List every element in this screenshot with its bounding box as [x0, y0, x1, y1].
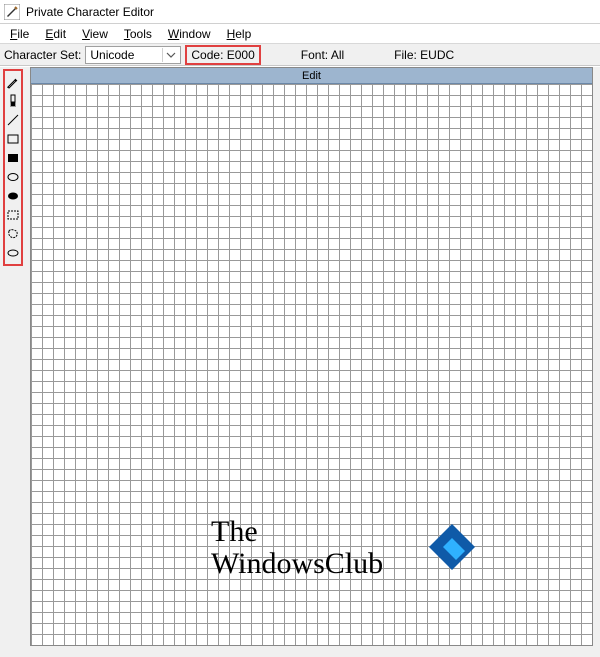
filled-ellipse-icon [6, 189, 20, 203]
window-title: Private Character Editor [26, 5, 154, 19]
info-bar: Character Set: Unicode Code: E000 Font: … [0, 44, 600, 66]
app-icon [4, 4, 20, 20]
line-tool[interactable] [5, 111, 21, 129]
pencil-tool[interactable] [5, 73, 21, 91]
toolbox [3, 69, 23, 266]
menu-window[interactable]: Window [160, 26, 219, 42]
hollow-ellipse-tool[interactable] [5, 168, 21, 186]
brush-icon [6, 94, 20, 108]
eraser-icon [6, 246, 20, 260]
character-grid[interactable]: The WindowsClub [31, 84, 592, 645]
eraser-tool[interactable] [5, 244, 21, 262]
menu-bar: File Edit View Tools Window Help [0, 24, 600, 44]
pencil-icon [6, 75, 20, 89]
code-label: Code: [191, 48, 223, 62]
charset-label: Character Set: [4, 48, 81, 62]
file-field: File: EUDC [394, 48, 454, 62]
freeform-selection-tool[interactable] [5, 225, 21, 243]
freeform-selection-icon [6, 227, 20, 241]
work-area: Edit The WindowsClub [0, 66, 600, 657]
hollow-rectangle-icon [6, 132, 20, 146]
filled-rectangle-tool[interactable] [5, 149, 21, 167]
menu-file[interactable]: File [2, 26, 37, 42]
chevron-down-icon [162, 48, 178, 62]
menu-tools[interactable]: Tools [116, 26, 160, 42]
menu-view[interactable]: View [74, 26, 116, 42]
hollow-rectangle-tool[interactable] [5, 130, 21, 148]
filled-ellipse-tool[interactable] [5, 187, 21, 205]
file-value: EUDC [420, 48, 454, 62]
rectangular-selection-icon [6, 208, 20, 222]
watermark-text: The WindowsClub [211, 516, 383, 579]
hollow-ellipse-icon [6, 170, 20, 184]
menu-edit[interactable]: Edit [37, 26, 74, 42]
line-icon [6, 113, 20, 127]
charset-value: Unicode [90, 48, 134, 62]
filled-rectangle-icon [6, 151, 20, 165]
watermark-logo-icon [429, 524, 475, 570]
font-field: Font: All [301, 48, 344, 62]
code-field: Code: E000 [185, 45, 260, 65]
code-value: E000 [227, 48, 255, 62]
rectangular-selection-tool[interactable] [5, 206, 21, 224]
edit-window: Edit The WindowsClub [30, 67, 593, 646]
title-bar: Private Character Editor [0, 0, 600, 24]
edit-window-title[interactable]: Edit [31, 68, 592, 84]
font-value: All [331, 48, 344, 62]
font-label: Font: [301, 48, 328, 62]
brush-tool[interactable] [5, 92, 21, 110]
charset-select[interactable]: Unicode [85, 46, 181, 64]
file-label: File: [394, 48, 417, 62]
menu-help[interactable]: Help [219, 26, 260, 42]
